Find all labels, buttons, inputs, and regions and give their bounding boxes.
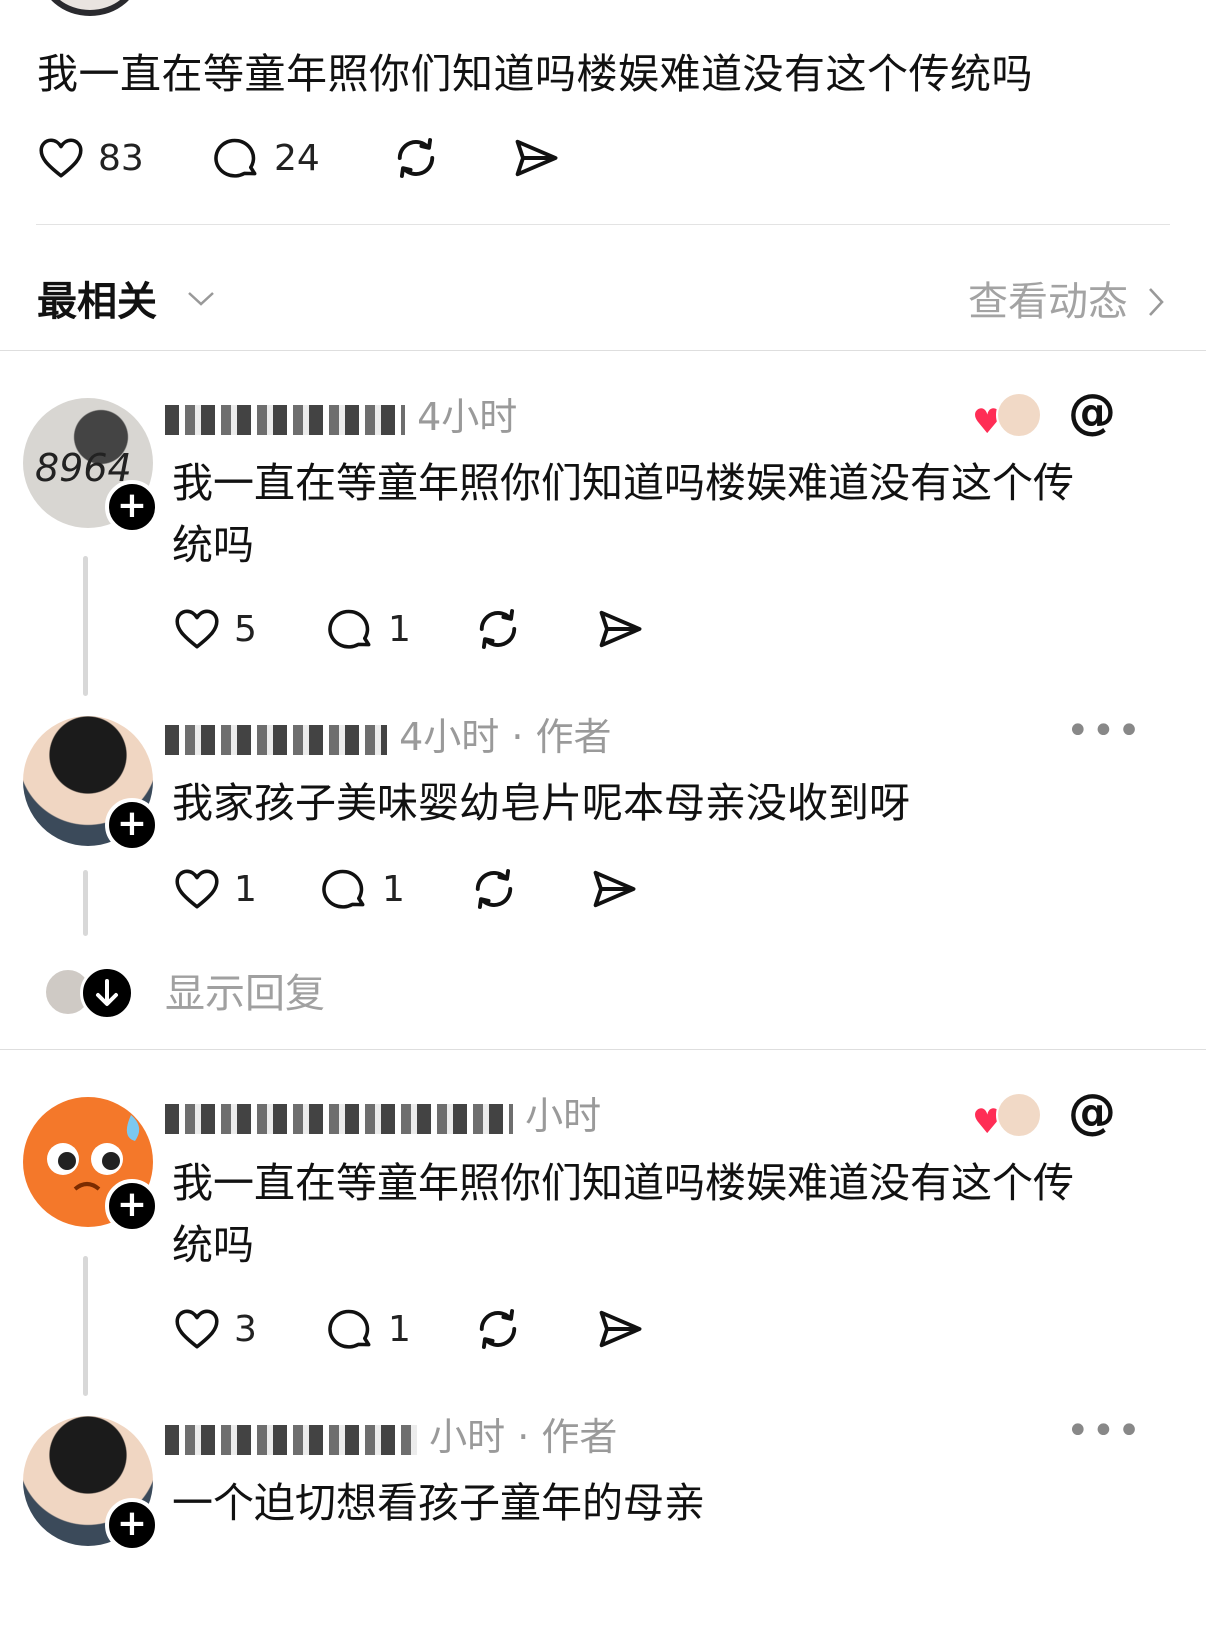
chevron-right-icon: [1149, 288, 1164, 316]
view-activity-label: 查看动态: [968, 279, 1128, 325]
comment-icon: [214, 138, 257, 178]
repost-icon: [397, 138, 435, 178]
section-divider: [0, 350, 1206, 351]
plus-icon: +: [116, 1503, 148, 1544]
author-tag: · 作者: [517, 1415, 618, 1459]
username-redacted[interactable]: [165, 1103, 513, 1134]
comment-text: 我一直在等童年照你们知道吗楼娱难道没有这个传 统吗: [172, 1152, 1074, 1276]
comment-actions: 3 1: [172, 1299, 672, 1359]
liked-by-author: ♥: [972, 1092, 1042, 1142]
heart-icon: [39, 138, 83, 178]
comment-count: 24: [274, 137, 320, 179]
arrow-down-icon[interactable]: [80, 966, 134, 1020]
author-tag: · 作者: [511, 715, 612, 759]
threads-icon[interactable]: @: [1068, 384, 1116, 440]
follow-plus-button[interactable]: +: [105, 1498, 159, 1552]
comment-button[interactable]: 1: [326, 599, 411, 659]
comment-text-line: 统吗: [172, 521, 254, 569]
share-button[interactable]: [594, 599, 646, 659]
thread-line: [83, 870, 88, 936]
plus-icon: +: [116, 1184, 148, 1225]
comment-meta: 4小时 · 作者: [165, 712, 612, 762]
post-text: 我一直在等童年照你们知道吗楼娱难道没有这个传统吗: [37, 50, 1033, 98]
comment-text-line: 我一直在等童年照你们知道吗楼娱难道没有这个传: [172, 1159, 1074, 1207]
author-mini-avatar: [996, 1092, 1042, 1138]
author-mini-avatar: [996, 392, 1042, 438]
repost-button[interactable]: [468, 859, 520, 919]
chevron-down-icon[interactable]: [185, 286, 217, 310]
comment-actions: 5 1: [172, 599, 672, 659]
username-redacted[interactable]: [165, 404, 405, 435]
username-redacted[interactable]: [165, 724, 387, 755]
repost-icon: [479, 609, 517, 649]
follow-plus-button[interactable]: +: [105, 798, 159, 852]
repost-button[interactable]: [472, 599, 524, 659]
reply-count: 1: [388, 1308, 411, 1350]
thread-line: [83, 556, 88, 696]
post-actions: 83 24: [36, 128, 636, 188]
like-count: 3: [234, 1308, 257, 1350]
like-count: 83: [98, 137, 144, 179]
like-button[interactable]: 1: [172, 859, 257, 919]
comment-meta: 4小时: [165, 392, 517, 442]
heart-icon: [175, 1309, 219, 1349]
share-button[interactable]: [510, 128, 562, 188]
heart-icon: [175, 609, 219, 649]
like-button[interactable]: 3: [172, 1299, 257, 1359]
more-icon[interactable]: •••: [1066, 1408, 1143, 1454]
comment-text-line: 统吗: [172, 1221, 254, 1269]
section-divider: [0, 1049, 1206, 1050]
comment-text: 一个迫切想看孩子童年的母亲: [172, 1479, 705, 1527]
divider: [36, 224, 1170, 225]
reply-count: 1: [382, 868, 405, 910]
comment-icon: [328, 1309, 371, 1349]
like-count: 1: [234, 868, 257, 910]
sort-dropdown[interactable]: 最相关: [37, 272, 157, 332]
comment-text-line: 我一直在等童年照你们知道吗楼娱难道没有这个传: [172, 459, 1074, 507]
comment-text: 我家孩子美味婴幼皂片呢本母亲没收到呀: [172, 779, 910, 827]
liked-by-author: ♥: [972, 392, 1042, 442]
view-activity-link[interactable]: 查看动态: [968, 272, 1166, 332]
comment-time: 小时: [525, 1094, 602, 1138]
threads-icon[interactable]: @: [1068, 1084, 1116, 1140]
follow-plus-button[interactable]: +: [105, 1179, 159, 1233]
comment-meta: 小时: [165, 1091, 601, 1141]
comment-button[interactable]: 1: [320, 859, 405, 919]
comment-text: 我一直在等童年照你们知道吗楼娱难道没有这个传 统吗: [172, 452, 1074, 576]
share-button[interactable]: [594, 1299, 646, 1359]
share-icon: [599, 1310, 642, 1348]
comment-button[interactable]: 1: [326, 1299, 411, 1359]
comment-button[interactable]: 24: [212, 128, 320, 188]
follow-plus-button[interactable]: +: [105, 480, 159, 534]
repost-icon: [479, 1309, 517, 1349]
comment-time: 小时: [429, 1415, 506, 1459]
plus-icon: +: [116, 803, 148, 844]
comment-icon: [322, 869, 365, 909]
like-button[interactable]: 5: [172, 599, 257, 659]
share-icon: [599, 610, 642, 648]
show-replies-button[interactable]: 显示回复: [165, 964, 325, 1024]
comment-icon: [328, 609, 371, 649]
username-redacted[interactable]: [165, 1424, 417, 1455]
share-icon: [593, 870, 636, 908]
heart-icon: [175, 869, 219, 909]
share-icon: [515, 139, 558, 177]
repost-button[interactable]: [472, 1299, 524, 1359]
comment-time: 4小时: [399, 715, 500, 759]
like-button[interactable]: 83: [36, 128, 144, 188]
reply-count: 1: [388, 608, 411, 650]
post-author-avatar[interactable]: [40, 0, 140, 16]
more-icon[interactable]: •••: [1066, 708, 1143, 754]
repost-button[interactable]: [390, 128, 442, 188]
comment-time: 4小时: [417, 395, 518, 439]
comment-meta: 小时 · 作者: [165, 1412, 617, 1462]
plus-icon: +: [116, 485, 148, 526]
comment-actions: 1 1: [172, 859, 672, 919]
repost-icon: [475, 869, 513, 909]
share-button[interactable]: [588, 859, 640, 919]
thread-line: [83, 1256, 88, 1396]
like-count: 5: [234, 608, 257, 650]
